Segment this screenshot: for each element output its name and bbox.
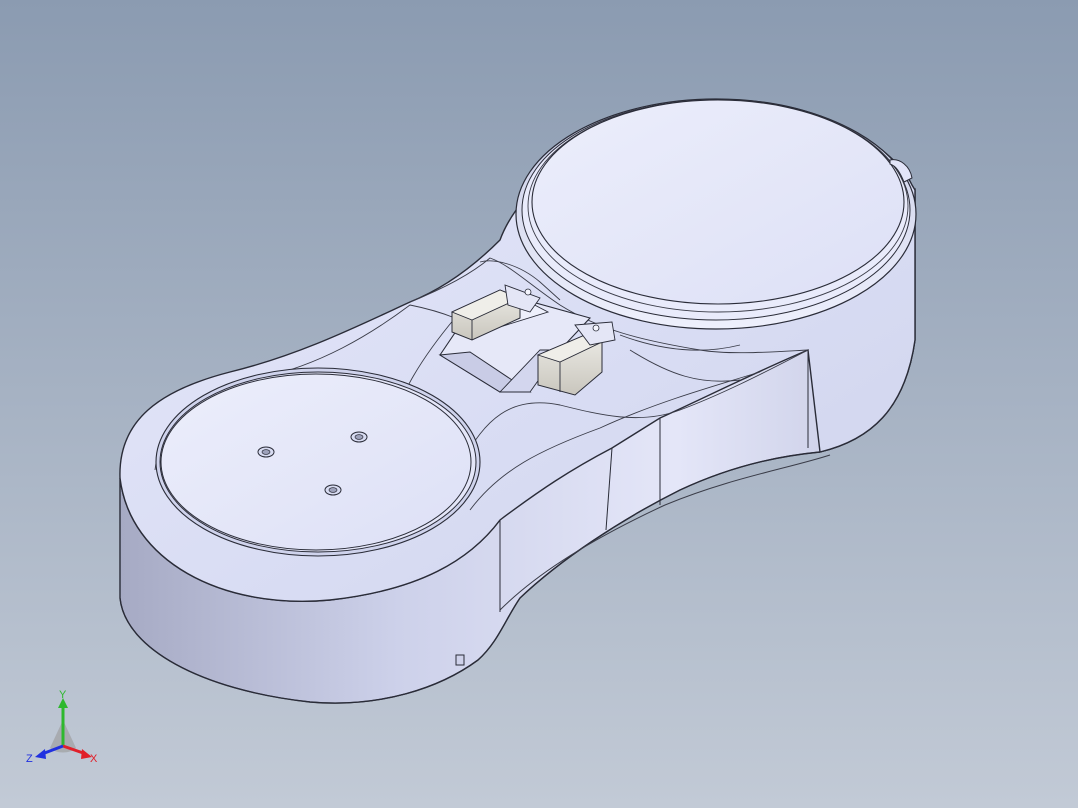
small-round-platform[interactable] (155, 367, 481, 557)
screw-2 (350, 431, 368, 443)
view-orientation-triad[interactable]: Y X Z (20, 690, 110, 770)
y-axis-label: Y (59, 690, 67, 701)
z-axis-label: Z (26, 753, 33, 765)
x-axis-label: X (90, 753, 98, 765)
screw-3 (324, 484, 342, 496)
z-axis-arrowhead (35, 749, 46, 759)
graphics-viewport[interactable]: Y X Z (0, 0, 1078, 808)
3d-model-view[interactable] (0, 0, 1078, 808)
large-round-platform[interactable] (515, 98, 917, 330)
screw-1 (257, 446, 275, 458)
